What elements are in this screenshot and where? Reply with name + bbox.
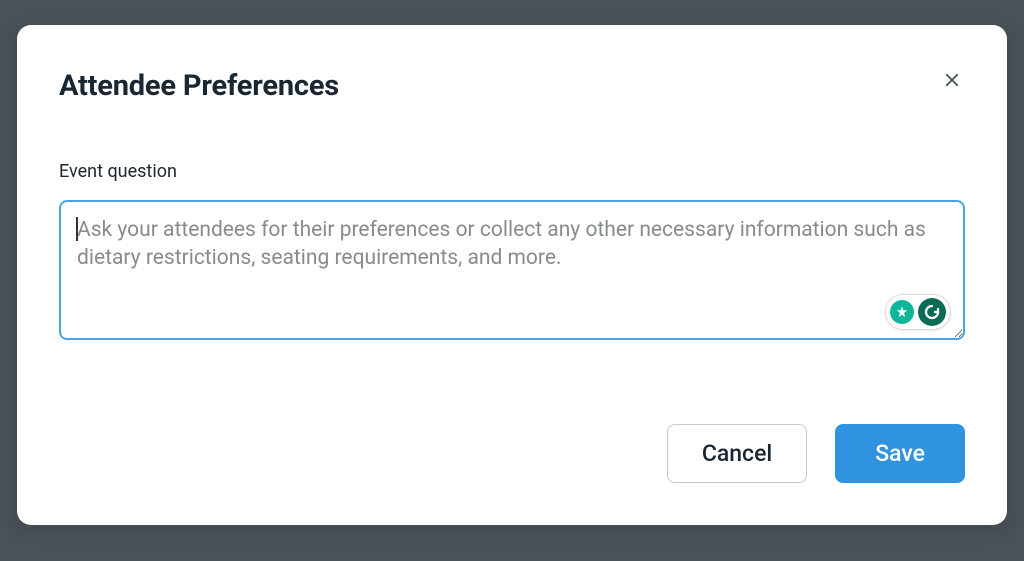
text-cursor: [76, 217, 78, 241]
attendee-preferences-modal: Attendee Preferences Event question: [17, 25, 1007, 525]
cancel-button[interactable]: Cancel: [667, 424, 807, 483]
grammarly-widget[interactable]: [885, 294, 951, 330]
event-question-label: Event question: [59, 161, 965, 182]
event-question-textarea[interactable]: [59, 200, 965, 340]
close-icon: [943, 71, 961, 92]
textarea-wrapper: [59, 200, 965, 344]
close-button[interactable]: [939, 67, 965, 96]
grammarly-gen-icon: [890, 300, 914, 324]
modal-title: Attendee Preferences: [59, 69, 339, 103]
save-button[interactable]: Save: [835, 424, 965, 483]
grammarly-g-icon: [918, 298, 946, 326]
modal-footer: Cancel Save: [59, 424, 965, 483]
modal-header: Attendee Preferences: [59, 69, 965, 103]
